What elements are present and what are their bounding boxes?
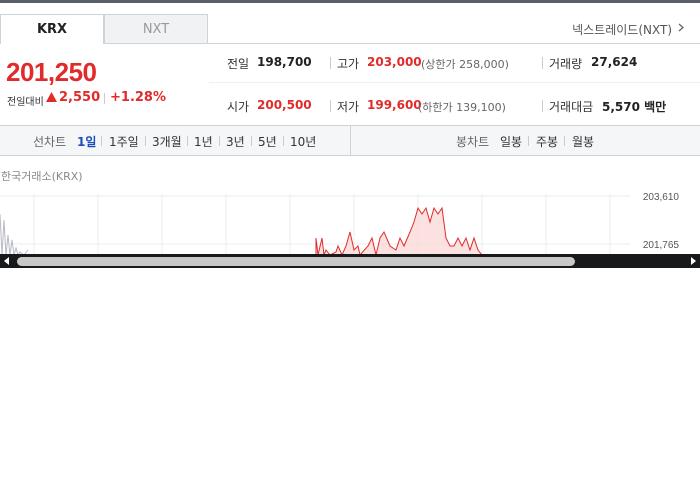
intraday-area: [316, 208, 482, 255]
y-tick-lower: 201,765: [643, 240, 680, 251]
change-percent: +1.28%: [110, 90, 166, 105]
period-5y[interactable]: 5년: [258, 133, 277, 150]
period-bar-divider: [350, 125, 351, 156]
divider: [187, 136, 188, 146]
period-10y[interactable]: 10년: [290, 133, 316, 150]
amount-label: 거래대금: [549, 100, 594, 114]
scroll-right-icon[interactable]: [689, 257, 697, 265]
candle-daily[interactable]: 일봉: [500, 133, 522, 150]
volume-value: 27,624: [591, 55, 638, 69]
chevron-right-icon[interactable]: [678, 23, 684, 32]
change-value: 2,550: [59, 90, 101, 105]
tab-krx[interactable]: KRX: [0, 14, 104, 44]
divider: [101, 136, 102, 146]
period-1y[interactable]: 1년: [194, 133, 213, 150]
scroll-left-icon[interactable]: [3, 257, 11, 265]
divider: [145, 136, 146, 146]
divider: [251, 136, 252, 146]
volume-label: 거래량: [549, 57, 583, 71]
candle-monthly[interactable]: 월봉: [572, 133, 594, 150]
period-1d[interactable]: 1일: [77, 133, 96, 150]
prev-close-label: 전일: [227, 57, 250, 71]
divider: [542, 57, 543, 69]
period-3y[interactable]: 3년: [226, 133, 245, 150]
change-label: 전일대비: [7, 97, 44, 108]
divider: [283, 136, 284, 146]
lower-limit: (하한가 139,100): [418, 101, 506, 114]
low-value: 199,600: [367, 98, 422, 112]
prev-close-value: 198,700: [257, 55, 312, 69]
divider: [542, 100, 543, 112]
divider: [330, 57, 331, 69]
period-1w[interactable]: 1주일: [109, 133, 139, 150]
scrollbar-thumb[interactable]: [17, 257, 575, 266]
divider: [219, 136, 220, 146]
high-label: 고가: [337, 57, 360, 71]
tab-underline: [208, 43, 700, 44]
current-price: 201,250: [6, 57, 97, 87]
line-chart-label: 선차트: [33, 135, 67, 149]
up-arrow-icon: [46, 92, 57, 102]
period-3m[interactable]: 3개월: [152, 133, 182, 150]
low-label: 저가: [337, 100, 360, 114]
y-tick-upper: 203,610: [643, 192, 680, 203]
nxt-link[interactable]: 넥스트레이드(NXT): [572, 21, 672, 38]
intraday-chart: 203,610 201,765: [0, 192, 680, 255]
upper-limit: (상한가 258,000): [421, 58, 509, 71]
divider: [104, 93, 105, 104]
divider: [564, 136, 565, 146]
premarket-line: [0, 213, 29, 255]
tab-nxt[interactable]: NXT: [104, 14, 208, 44]
row-divider: [209, 82, 700, 83]
candle-weekly[interactable]: 주봉: [536, 133, 558, 150]
high-value: 203,000: [367, 55, 422, 69]
candle-chart-label: 봉차트: [456, 135, 490, 149]
open-label: 시가: [227, 100, 250, 114]
divider: [330, 100, 331, 112]
divider: [528, 136, 529, 146]
amount-value: 5,570 백만: [602, 100, 667, 114]
open-value: 200,500: [257, 98, 312, 112]
